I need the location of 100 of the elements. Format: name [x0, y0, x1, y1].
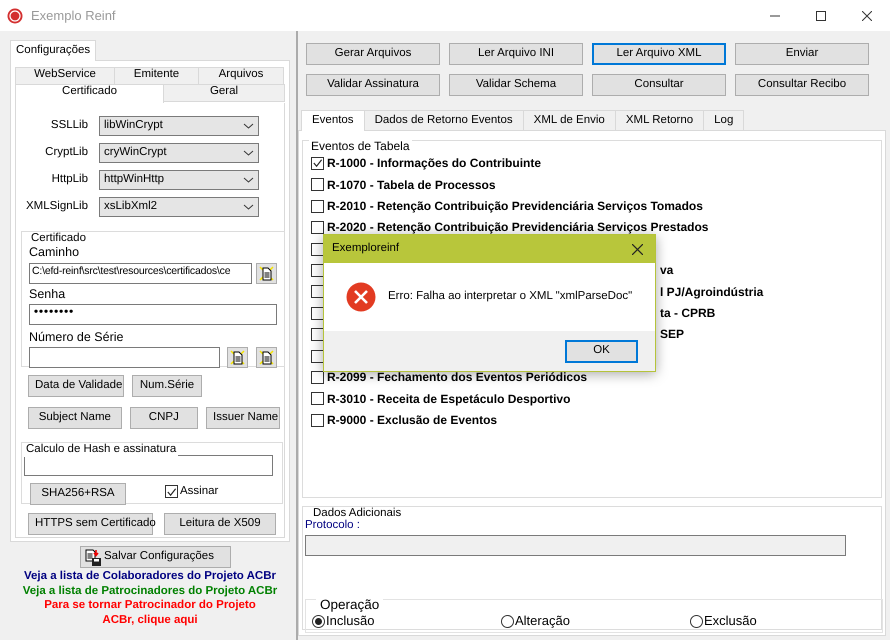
checkbox-label[interactable]: Assinar	[180, 484, 218, 499]
link[interactable]: Veja a lista de Colaboradores do Projeto ACBr	[24, 569, 276, 584]
field-label: Caminho	[29, 244, 80, 260]
checkbox[interactable]	[311, 306, 324, 320]
dropdown-caret-icon	[243, 177, 254, 183]
tab[interactable]: Log	[703, 110, 744, 130]
field-label: Número de Série	[29, 330, 124, 345]
file-button[interactable]	[256, 262, 277, 284]
field-label: HttpLib	[50, 173, 88, 187]
event-label[interactable]: ta - CPRB	[660, 306, 716, 320]
group-title: Eventos de Tabela	[309, 139, 412, 154]
document-icon	[259, 350, 274, 365]
checkbox[interactable]	[311, 242, 324, 256]
save-icon	[85, 548, 102, 566]
password-field[interactable]: ••••••••	[29, 304, 277, 325]
field-label: Protocolo :	[305, 518, 360, 533]
ok-button[interactable]: OK	[565, 340, 638, 362]
event-label[interactable]: SEP	[660, 327, 684, 342]
radio-label[interactable]: Inclusão	[326, 613, 374, 629]
button[interactable]: Num.Série	[132, 375, 202, 397]
button[interactable]: Enviar	[735, 43, 869, 65]
button[interactable]: Validar Schema	[449, 74, 583, 96]
checkbox[interactable]	[311, 200, 324, 213]
event-label[interactable]: va	[660, 263, 674, 278]
dropdown-caret-icon	[243, 150, 254, 156]
checkbox[interactable]	[311, 221, 324, 234]
field-label: SSLLib	[50, 119, 88, 133]
button[interactable]: SHA256+RSA	[30, 482, 126, 505]
check-icon	[166, 486, 177, 498]
dropdown-caret-icon	[243, 204, 254, 210]
checkbox[interactable]	[311, 370, 324, 384]
maximize-icon	[816, 10, 826, 20]
error-icon	[346, 282, 376, 312]
field-label: Senha	[29, 286, 66, 302]
hash-field[interactable]	[24, 454, 273, 476]
button[interactable]: HTTPS sem Certificado	[28, 513, 153, 535]
radio-button[interactable]	[501, 614, 514, 628]
error-message: Erro: Falha ao interpretar o XML "xmlParseDoc"	[388, 290, 632, 304]
button[interactable]: Consultar	[592, 74, 726, 96]
tab[interactable]: Configurações	[10, 40, 96, 61]
tab[interactable]: Geral	[163, 84, 285, 102]
check-icon	[312, 157, 323, 170]
button[interactable]: Ler Arquivo XML	[592, 43, 726, 65]
link[interactable]: Veja a lista de Patrocinadores do Projeto ACBr	[22, 584, 278, 598]
close-icon	[862, 10, 872, 20]
button[interactable]: CNPJ	[130, 407, 198, 429]
dropdown[interactable]: libWinCrypt	[99, 116, 259, 136]
document-icon	[259, 266, 274, 281]
app-logo-icon	[7, 8, 23, 24]
tab[interactable]: Eventos	[301, 110, 365, 131]
event-label[interactable]: R-9000 - Exclusão de Eventos	[327, 412, 498, 428]
dropdown[interactable]: httpWinHttp	[99, 170, 259, 190]
dropdown[interactable]: xsLibXml2	[99, 197, 259, 217]
event-label[interactable]: R-1000 - Informações do Contribuinte	[327, 156, 542, 171]
document-icon	[230, 350, 246, 365]
field-label: CryptLib	[44, 146, 88, 160]
tab[interactable]: Arquivos	[198, 67, 284, 85]
dialog-title: Exemploreinf	[332, 242, 400, 256]
group-title: Operação	[316, 596, 384, 613]
radio-button[interactable]	[690, 614, 703, 628]
checkbox[interactable]	[311, 264, 324, 277]
event-label[interactable]: R-3010 - Receita de Espetáculo Desportivo	[327, 392, 570, 406]
dropdown-caret-icon	[243, 123, 254, 129]
close-icon	[632, 244, 642, 254]
button[interactable]: Ler Arquivo INI	[449, 43, 583, 65]
path-field[interactable]: C:\efd-reinf\src\test\resources\certificados\ce	[29, 262, 252, 284]
tab[interactable]: WebService	[15, 67, 115, 85]
checkbox[interactable]	[311, 328, 324, 342]
button[interactable]: Gerar Arquivos	[306, 43, 440, 65]
save-button[interactable]: Salvar Configurações	[80, 546, 231, 568]
event-label[interactable]: R-2099 - Fechamento dos Eventos Periódicos	[327, 370, 588, 385]
lookup-button[interactable]	[256, 346, 277, 368]
button[interactable]: Leitura de X509	[164, 513, 276, 535]
tab[interactable]: Emitente	[114, 67, 199, 85]
radio-button[interactable]	[312, 614, 325, 628]
event-label[interactable]: R-2010 - Retenção Contribuição Previdenciária Serviços Tomados	[327, 199, 703, 214]
checkbox[interactable]	[311, 392, 324, 406]
lookup-button[interactable]	[227, 346, 248, 368]
link[interactable]: Para se tornar Patrocinador do Projeto ACBr, clique aqui	[28, 598, 272, 627]
event-label[interactable]: R-2020 - Retenção Contribuição Previdenciária Serviços Prestados	[327, 220, 708, 235]
button[interactable]: Subject Name	[28, 407, 122, 429]
serial-number-field[interactable]	[29, 346, 220, 368]
checkbox[interactable]	[311, 285, 324, 298]
event-label[interactable]: l PJ/Agroindústria	[660, 284, 764, 300]
checkbox[interactable]	[311, 156, 324, 170]
window-title: Exemplo Reinf	[31, 8, 116, 24]
checkbox[interactable]	[311, 350, 324, 362]
group-title: Calculo de Hash e assinatura	[24, 443, 178, 457]
button[interactable]: Validar Assinatura	[306, 74, 440, 96]
button[interactable]: Data de Validade	[28, 375, 124, 397]
radio-label[interactable]: Alteração	[515, 613, 570, 629]
event-label[interactable]: R-1070 - Tabela de Processos	[327, 178, 496, 192]
checkbox[interactable]	[311, 414, 324, 427]
radio-label[interactable]: Exclusão	[704, 613, 757, 629]
dropdown[interactable]: cryWinCrypt	[99, 143, 259, 163]
checkbox[interactable]	[165, 485, 178, 498]
button[interactable]: Consultar Recibo	[735, 74, 869, 96]
checkbox[interactable]	[311, 178, 324, 192]
button[interactable]: Issuer Name	[206, 407, 280, 429]
tab[interactable]: Certificado	[15, 84, 164, 103]
